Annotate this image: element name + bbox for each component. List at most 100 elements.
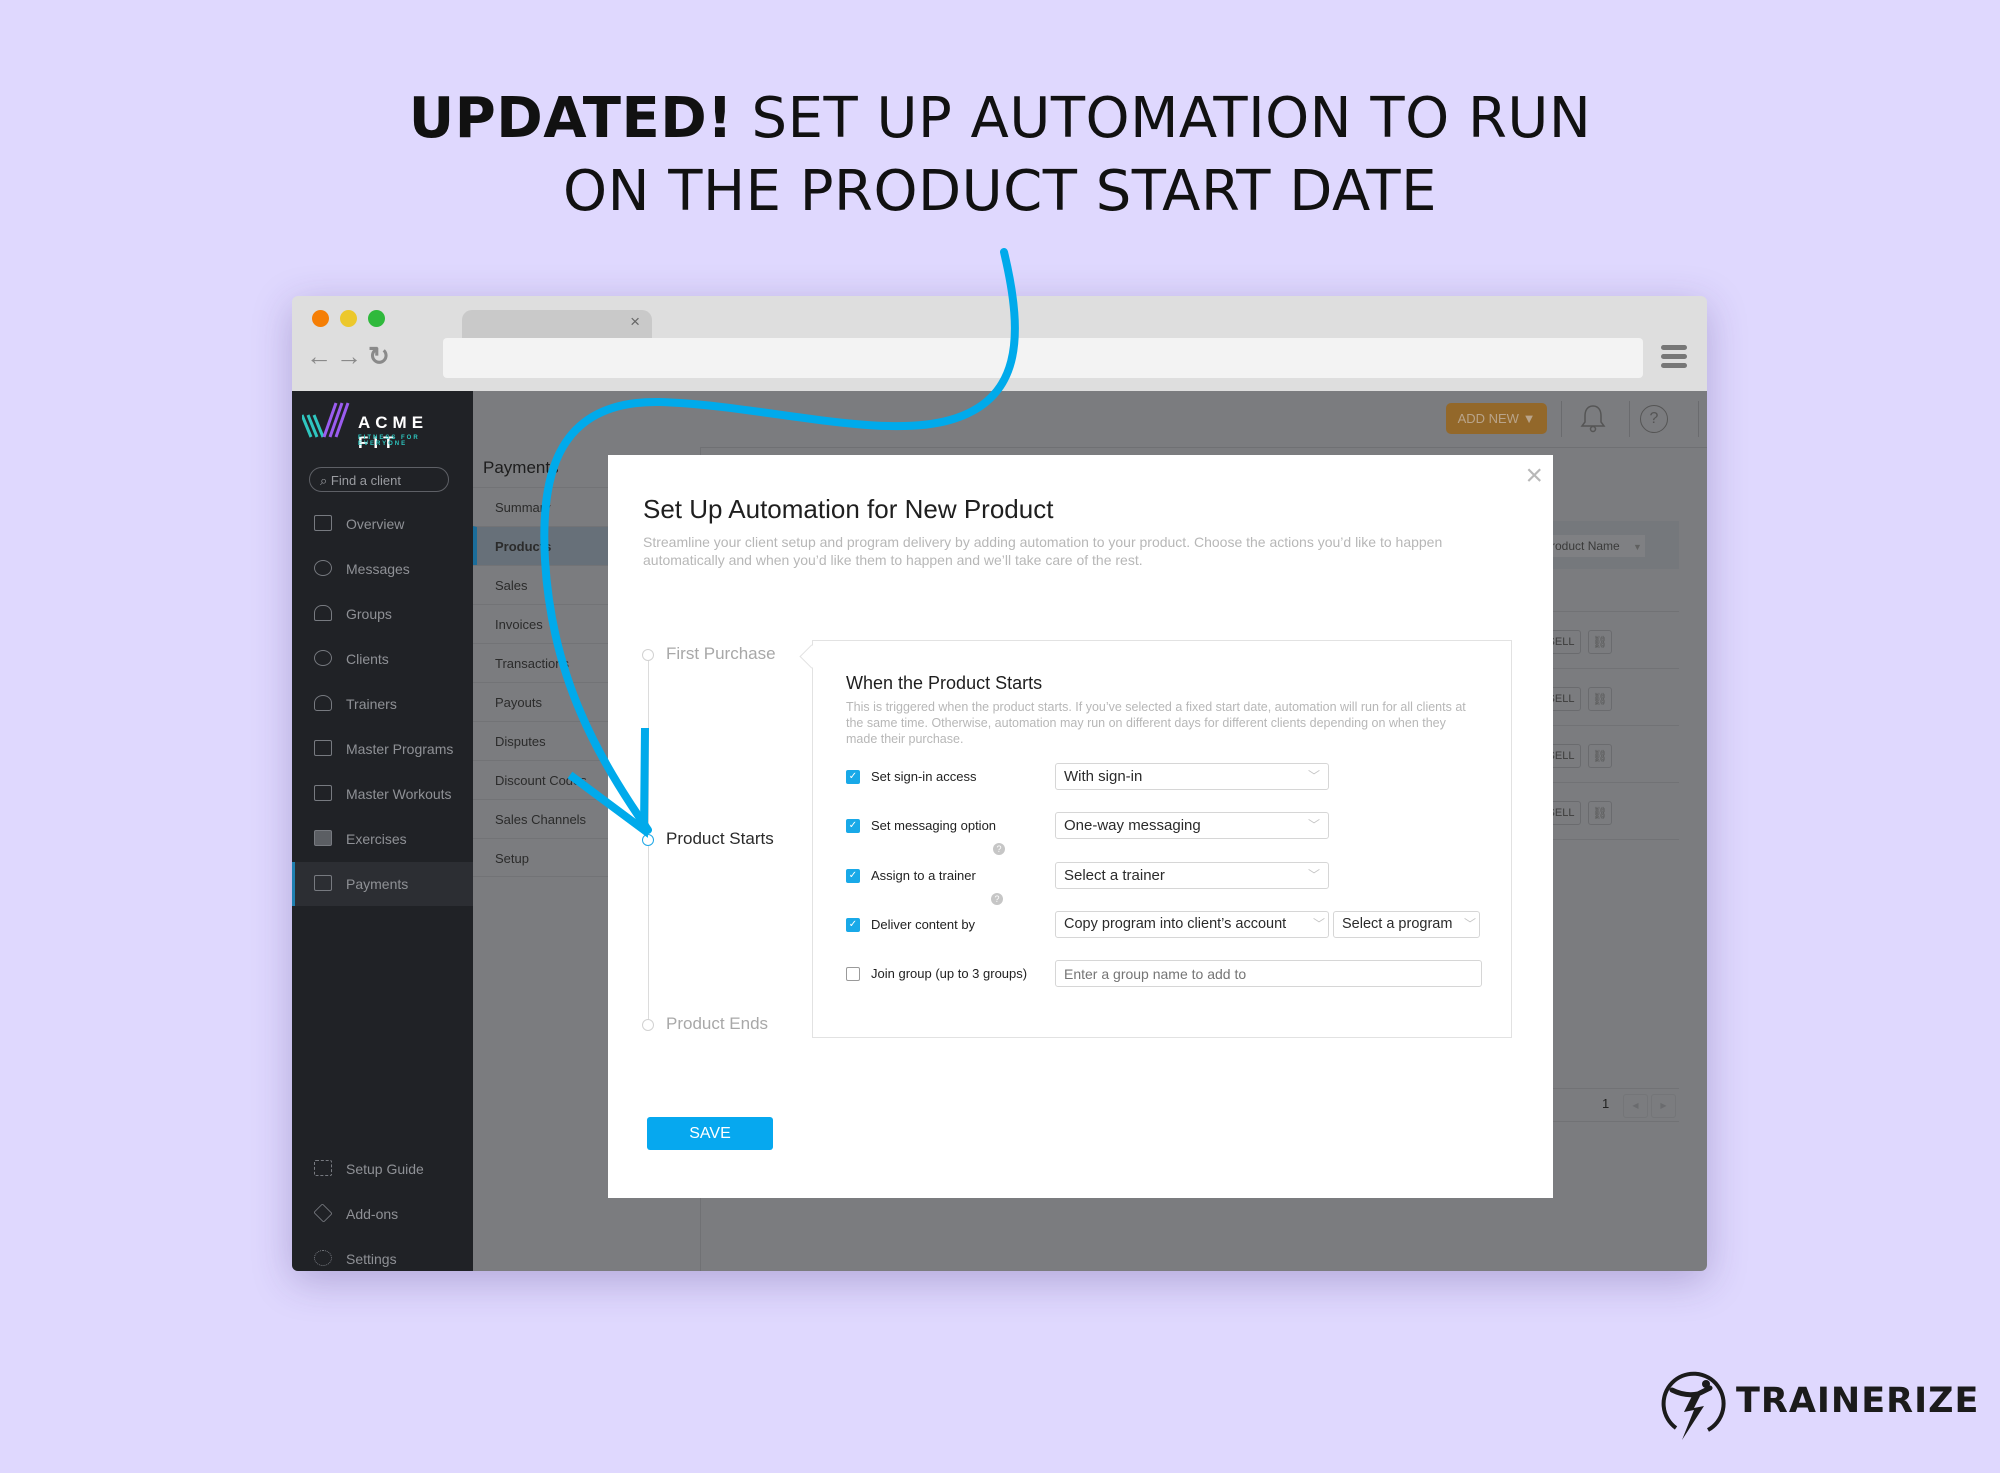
group-name-input[interactable]: [1055, 960, 1482, 987]
sidebar-item-label: Trainers: [346, 696, 397, 712]
maximize-window-dot[interactable]: [368, 310, 385, 327]
logo-mark-icon: [300, 402, 350, 438]
forward-arrow-icon[interactable]: →: [336, 341, 362, 372]
help-icon[interactable]: ?: [1640, 405, 1668, 433]
row-label: Assign to a trainer: [871, 868, 976, 883]
timeline-first-purchase[interactable]: First Purchase: [666, 644, 776, 664]
sidebar-item-payments[interactable]: Payments: [292, 862, 476, 906]
groups-icon: [314, 605, 332, 621]
table-header: Product Name ▼: [1539, 521, 1679, 569]
help-icon[interactable]: ?: [993, 843, 1005, 855]
clients-icon: [314, 650, 332, 666]
trainerize-mark-icon: [1661, 1371, 1726, 1440]
panel-pointer: [799, 644, 824, 669]
find-client-search[interactable]: ⌕ Find a client: [309, 467, 449, 492]
link-icon[interactable]: ⛓: [1588, 801, 1612, 825]
sidebar-item-trainers[interactable]: Trainers: [292, 682, 473, 726]
addons-icon: [313, 1203, 333, 1223]
headline-emphasis: UPDATED!: [408, 86, 734, 151]
select-value: Select a program: [1342, 916, 1453, 932]
automation-modal: × Set Up Automation for New Product Stre…: [608, 455, 1553, 1198]
table-row: [1539, 839, 1679, 897]
sidebar-item-master-programs[interactable]: Master Programs: [292, 727, 473, 771]
sign-in-checkbox[interactable]: ✓: [846, 770, 860, 784]
deliver-content-checkbox[interactable]: ✓: [846, 918, 860, 932]
timeline-dot-first-purchase[interactable]: [642, 649, 654, 661]
sidebar-item-label: Clients: [346, 651, 389, 667]
sidebar-item-label: Groups: [346, 606, 392, 622]
save-button[interactable]: SAVE: [647, 1117, 773, 1150]
timeline-dot-product-ends[interactable]: [642, 1019, 654, 1031]
trainer-select[interactable]: Select a trainer ﹀: [1055, 862, 1329, 889]
back-arrow-icon[interactable]: ←: [306, 341, 332, 372]
timeline-product-starts[interactable]: Product Starts: [666, 829, 774, 849]
sidebar-item-label: Add-ons: [346, 1206, 399, 1222]
program-select[interactable]: Select a program ﹀: [1333, 911, 1480, 938]
select-value: One-way messaging: [1064, 817, 1201, 834]
close-window-dot[interactable]: [312, 310, 329, 327]
headline-line-1: UPDATED! SET UP AUTOMATION TO RUN: [0, 82, 2000, 156]
sign-in-select[interactable]: With sign-in ﹀: [1055, 763, 1329, 790]
sidebar-item-master-workouts[interactable]: Master Workouts: [292, 772, 473, 816]
address-bar[interactable]: [443, 338, 1643, 378]
reload-icon[interactable]: ↻: [368, 341, 390, 372]
bell-icon[interactable]: [1579, 403, 1607, 440]
prev-page-button[interactable]: ◀: [1623, 1094, 1648, 1118]
sidebar-item-addons[interactable]: Add-ons: [292, 1192, 473, 1236]
browser-tab[interactable]: ×: [462, 310, 652, 338]
sidebar-item-groups[interactable]: Groups: [292, 592, 473, 636]
table-row: SELL ⛓: [1539, 668, 1679, 726]
link-icon[interactable]: ⛓: [1588, 687, 1612, 711]
search-icon: ⌕: [320, 473, 331, 488]
sidebar-item-label: Settings: [346, 1251, 397, 1267]
product-name-filter[interactable]: Product Name ▼: [1539, 535, 1645, 557]
add-new-button[interactable]: ADD NEW ▼: [1446, 403, 1547, 434]
payments-icon: [314, 875, 332, 891]
help-icon[interactable]: ?: [991, 893, 1003, 905]
tab-close-icon[interactable]: ×: [630, 312, 640, 332]
row-deliver-content: ✓ Deliver content by Copy program into c…: [846, 911, 1486, 939]
chevron-down-icon: ﹀: [1312, 917, 1325, 931]
sidebar-item-exercises[interactable]: Exercises: [292, 817, 473, 861]
sidebar-item-label: Messages: [346, 561, 410, 577]
close-icon[interactable]: ×: [1525, 459, 1543, 493]
link-icon[interactable]: ⛓: [1588, 744, 1612, 768]
workouts-icon: [314, 785, 332, 801]
setup-guide-icon: [314, 1160, 332, 1176]
table-row: SELL ⛓: [1539, 782, 1679, 840]
sidebar-item-overview[interactable]: Overview: [292, 502, 473, 546]
sidebar-item-setup-guide[interactable]: Setup Guide: [292, 1147, 473, 1191]
panel-description: This is triggered when the product start…: [846, 700, 1466, 746]
headline-line-1-text: SET UP AUTOMATION TO RUN: [733, 86, 1592, 151]
acme-fit-logo[interactable]: ACME FIT FITNESS FOR EVERYONE: [300, 401, 472, 452]
sidebar-item-label: Payments: [346, 876, 409, 892]
select-value: Select a trainer: [1064, 867, 1165, 884]
sidebar-item-settings[interactable]: Settings: [292, 1237, 473, 1271]
messaging-select[interactable]: One-way messaging ﹀: [1055, 812, 1329, 839]
table-row: SELL ⛓: [1539, 611, 1679, 669]
divider: [1698, 401, 1699, 437]
timeline-product-ends[interactable]: Product Ends: [666, 1014, 768, 1034]
sidebar-item-label: Setup Guide: [346, 1161, 424, 1177]
row-sign-in-access: ✓ Set sign-in access With sign-in ﹀: [846, 763, 1486, 791]
sidebar-item-clients[interactable]: Clients: [292, 637, 473, 681]
select-value: With sign-in: [1064, 768, 1143, 785]
modal-title: Set Up Automation for New Product: [643, 494, 1054, 524]
caret-down-icon: ▼: [1633, 542, 1642, 552]
sidebar-item-messages[interactable]: Messages: [292, 547, 473, 591]
chevron-down-icon: ﹀: [1307, 868, 1320, 882]
minimize-window-dot[interactable]: [340, 310, 357, 327]
browser-menu-icon[interactable]: [1661, 345, 1687, 372]
join-group-checkbox[interactable]: [846, 967, 860, 981]
trainer-checkbox[interactable]: ✓: [846, 869, 860, 883]
delivery-method-select[interactable]: Copy program into client’s account ﹀: [1055, 911, 1329, 938]
messaging-checkbox[interactable]: ✓: [846, 819, 860, 833]
page-number: 1: [1602, 1096, 1610, 1111]
sidebar-item-label: Master Programs: [346, 741, 454, 757]
exercises-icon: [314, 830, 332, 846]
timeline-dot-product-starts[interactable]: [642, 834, 654, 846]
next-page-button[interactable]: ▶: [1651, 1094, 1676, 1118]
sidebar: ACME FIT FITNESS FOR EVERYONE ⌕ Find a c…: [292, 391, 476, 1271]
link-icon[interactable]: ⛓: [1588, 630, 1612, 654]
modal-description: Streamline your client setup and program…: [643, 534, 1443, 568]
